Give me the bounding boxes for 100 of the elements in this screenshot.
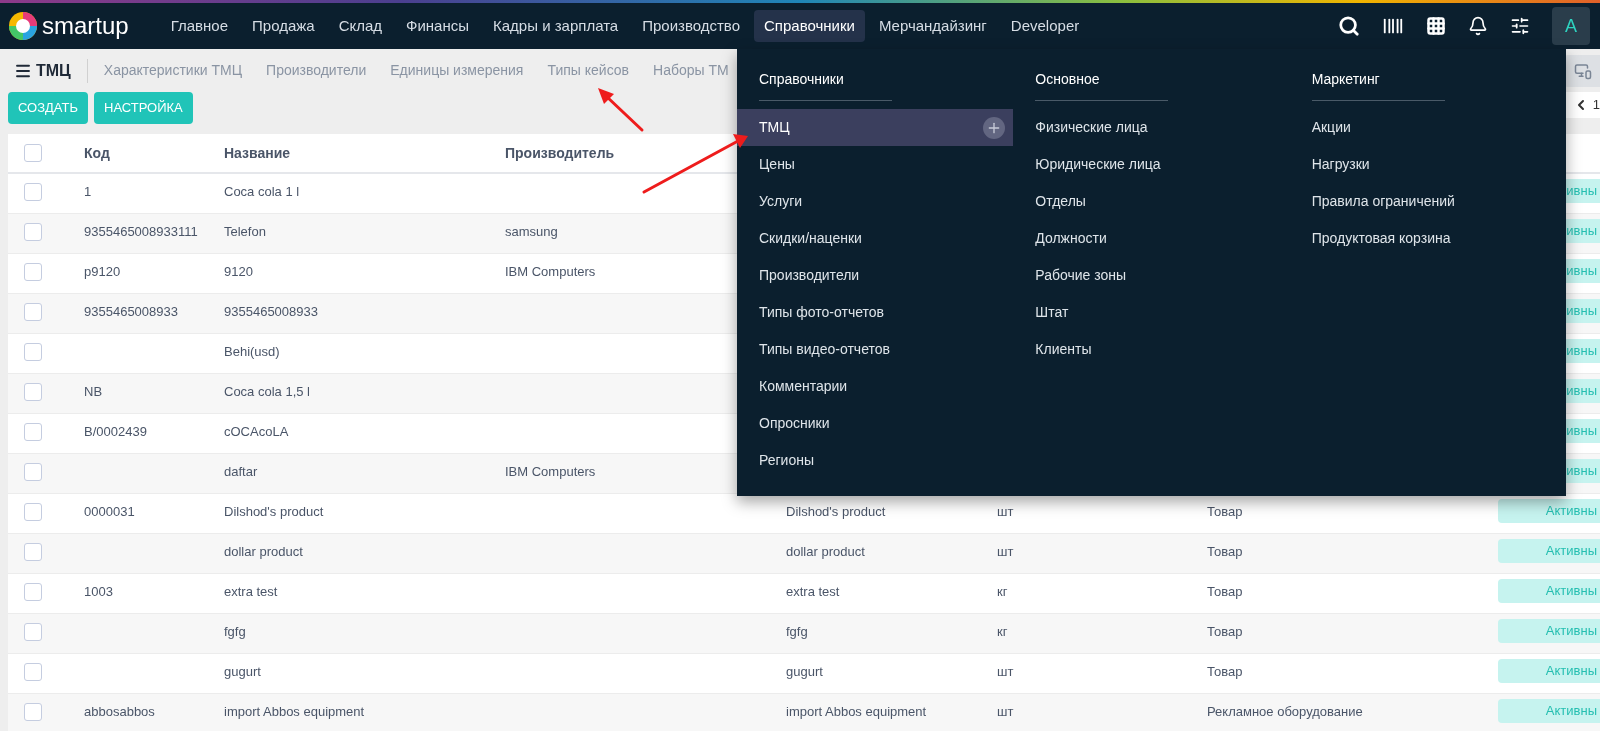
table-cell: fgfg: [786, 624, 808, 639]
row-checkbox[interactable]: [24, 703, 42, 721]
menu-heading: Основное: [1035, 69, 1169, 101]
table-cell: daftar: [224, 464, 258, 479]
table-cell: шт: [997, 504, 1014, 519]
menu-item[interactable]: Физические лица: [1013, 109, 1290, 146]
table-cell: Товар: [1207, 624, 1243, 639]
row-checkbox[interactable]: [24, 543, 42, 561]
row-checkbox[interactable]: [24, 383, 42, 401]
select-all-checkbox[interactable]: [24, 144, 42, 162]
table-cell: Dilshod's product: [786, 504, 886, 519]
table-cell: кг: [997, 624, 1008, 639]
table-cell: IBM Computers: [505, 464, 596, 479]
status-badge: Активны: [1498, 499, 1600, 523]
menu-item[interactable]: Типы видео-отчетов: [737, 331, 1014, 368]
menu-item[interactable]: Цены: [737, 146, 1014, 183]
row-checkbox[interactable]: [24, 223, 42, 241]
table-cell: Telefon: [224, 224, 266, 239]
menu-heading: Маркетинг: [1311, 69, 1445, 101]
table-cell: Товар: [1207, 544, 1243, 559]
page-title: ТМЦ: [36, 60, 71, 81]
row-checkbox[interactable]: [24, 263, 42, 281]
row-checkbox[interactable]: [24, 623, 42, 641]
table-cell: extra test: [224, 584, 278, 599]
menu-item[interactable]: Рабочие зоны: [1013, 257, 1290, 294]
menu-item[interactable]: Скидки/наценки: [737, 220, 1014, 257]
menu-item[interactable]: Опросники: [737, 405, 1014, 442]
nav-item[interactable]: Мерчандайзинг: [868, 9, 997, 43]
table-cell: dollar product: [786, 544, 865, 559]
menu-item[interactable]: Должности: [1013, 220, 1290, 257]
menu-item[interactable]: Отделы: [1013, 183, 1290, 220]
column-header[interactable]: Код: [84, 142, 224, 164]
notification-bell-icon[interactable]: [1468, 16, 1488, 36]
table-cell: p9120: [84, 264, 121, 279]
search-icon[interactable]: [1338, 15, 1360, 37]
table-cell: 9355465008933: [84, 304, 178, 319]
page-number[interactable]: 1: [1592, 95, 1600, 115]
table-cell: Товар: [1207, 504, 1243, 519]
table-cell: шт: [997, 704, 1014, 719]
table-cell: IBM Computers: [505, 264, 596, 279]
status-badge: Активны: [1498, 579, 1600, 603]
nav-item[interactable]: Склад: [328, 9, 393, 43]
menu-item[interactable]: Комментарии: [737, 368, 1014, 405]
menu-item[interactable]: Акции: [1289, 109, 1566, 146]
row-checkbox[interactable]: [24, 503, 42, 521]
table-cell: шт: [997, 664, 1014, 679]
annotation-arrow: [598, 88, 644, 132]
table-cell: шт: [997, 544, 1014, 559]
table-cell: abbosabbos: [84, 704, 155, 719]
menu-item[interactable]: Услуги: [737, 183, 1014, 220]
table-cell: 0000031: [84, 504, 135, 519]
row-checkbox[interactable]: [24, 303, 42, 321]
status-badge: Активны: [1498, 619, 1600, 643]
row-checkbox[interactable]: [24, 183, 42, 201]
row-checkbox[interactable]: [24, 583, 42, 601]
table-cell: 1: [84, 184, 92, 199]
row-checkbox[interactable]: [24, 663, 42, 681]
status-badge: Активны: [1498, 539, 1600, 563]
status-badge: Активны: [1498, 659, 1600, 683]
user-avatar[interactable]: A: [1552, 7, 1590, 45]
table-cell: cOCAcoLA: [224, 424, 289, 439]
logo-text: smartup: [42, 14, 129, 38]
nav-item[interactable]: Главное: [160, 9, 238, 43]
menu-item[interactable]: Регионы: [737, 442, 1014, 479]
logo-icon: [8, 11, 38, 41]
menu-item[interactable]: ТМЦ: [737, 109, 1014, 146]
table-cell: 9120: [224, 264, 253, 279]
table-cell: Behi(usd): [224, 344, 280, 359]
apps-grid-icon[interactable]: [1426, 16, 1446, 36]
row-checkbox[interactable]: [24, 423, 42, 441]
nav-item[interactable]: Developer: [1000, 9, 1090, 43]
nav-item[interactable]: Продажа: [242, 9, 325, 43]
row-checkbox[interactable]: [24, 343, 42, 361]
table-cell: import Abbos equipment: [786, 704, 927, 719]
device-icon[interactable]: [1574, 61, 1592, 80]
menu-item[interactable]: Типы фото-отчетов: [737, 294, 1014, 331]
table-cell: gugurt: [224, 664, 261, 679]
settings-sliders-icon[interactable]: [1510, 16, 1530, 36]
table-cell: extra test: [786, 584, 840, 599]
menu-heading: Справочники: [759, 69, 892, 101]
table-cell: Рекламное оборудование: [1207, 704, 1363, 719]
table-cell: B/0002439: [84, 424, 147, 439]
table-cell: кг: [997, 584, 1008, 599]
table-cell: fgfg: [224, 624, 246, 639]
nav-item[interactable]: Финансы: [396, 9, 480, 43]
nav-item[interactable]: Кадры и зарплата: [483, 9, 629, 43]
table-cell: NB: [84, 384, 103, 399]
nav-item[interactable]: Справочники: [754, 9, 865, 43]
menu-item[interactable]: Производители: [737, 257, 1014, 294]
menu-item[interactable]: Штат: [1013, 294, 1290, 331]
nav-item[interactable]: Производство: [632, 9, 750, 43]
menu-item[interactable]: Юридические лица: [1013, 146, 1290, 183]
table-cell: dollar product: [224, 544, 303, 559]
table-cell: gugurt: [786, 664, 823, 679]
column-header[interactable]: Название: [224, 142, 505, 164]
row-checkbox[interactable]: [24, 463, 42, 481]
status-badge: Активны: [1498, 699, 1600, 723]
table-cell: Coca cola 1,5 l: [224, 384, 310, 399]
menu-item[interactable]: Клиенты: [1013, 331, 1290, 368]
table-cell: 9355465008933: [224, 304, 318, 319]
